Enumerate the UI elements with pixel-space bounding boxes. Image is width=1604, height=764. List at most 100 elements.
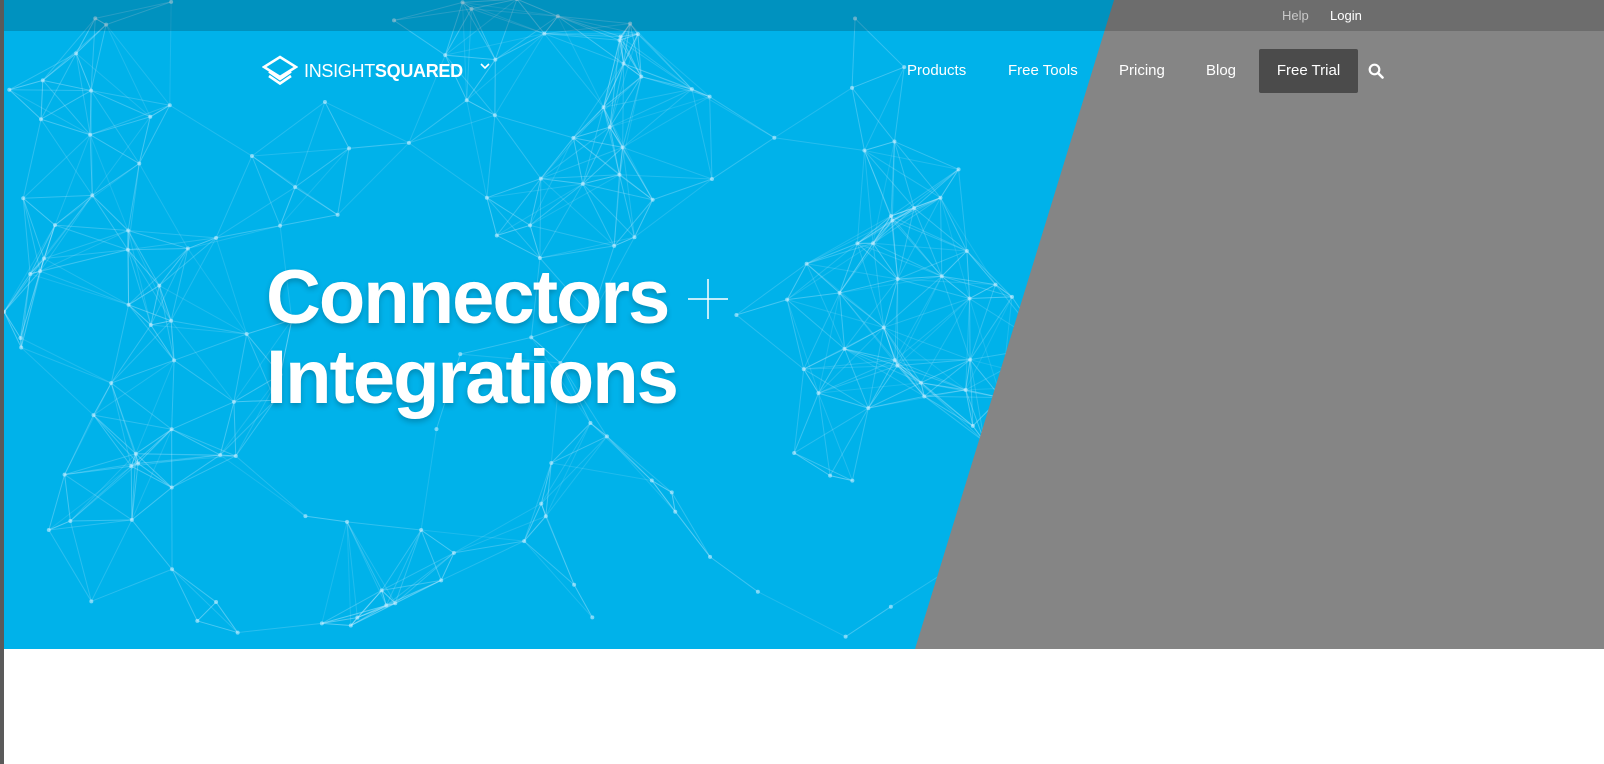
network-line [305,515,348,523]
network-line [709,556,759,593]
network-node [538,176,543,181]
network-line [39,195,93,272]
network-line [89,116,151,136]
network-node [892,139,897,144]
network-line [110,320,172,384]
network-line [69,520,92,602]
network-node [968,357,973,362]
network-node [850,85,855,90]
network-line [806,263,846,350]
network-node [345,519,350,524]
network-node [635,32,640,37]
network-line [774,87,853,139]
network-line [551,435,608,464]
network-line [671,492,711,558]
free-trial-button[interactable]: Free Trial [1259,49,1358,93]
network-line [523,540,575,586]
network-node [689,87,694,92]
network-line [408,114,496,144]
network-node [434,427,439,432]
network-line [321,622,351,627]
network-node [939,274,944,279]
network-node [816,391,821,396]
nav-free-tools[interactable]: Free Tools [1008,62,1078,79]
network-line [892,197,941,221]
network-node [293,185,298,190]
network-line [496,224,531,236]
network-line [196,601,217,622]
nav-blog[interactable]: Blog [1206,62,1236,79]
network-node [185,246,190,251]
nav-pricing[interactable]: Pricing [1119,62,1165,79]
network-line [844,327,885,350]
network-node [148,114,153,119]
hero-title-line-integrations: Integrations [266,335,679,420]
network-node [1009,294,1014,299]
network-line [856,150,865,244]
network-node [792,450,797,455]
network-node [303,514,308,519]
network-node [172,358,177,363]
network-line [385,529,422,606]
logo-wordmark: INSIGHTSQUARED [304,61,463,82]
network-line [89,134,129,231]
network-node [993,282,998,287]
network-node [881,325,886,330]
network-line [321,521,348,624]
chevron-down-icon[interactable] [478,59,492,73]
network-line [494,33,545,116]
network-line [235,455,306,517]
network-node [549,460,554,465]
network-line [736,299,788,316]
network-line [540,422,591,504]
network-node [620,145,625,150]
help-link[interactable]: Help [1282,8,1309,23]
network-node [617,172,622,177]
network-line [523,540,593,618]
network-line [845,606,892,638]
network-line [622,96,710,148]
network-line [130,466,133,520]
network-node [607,125,612,130]
network-node [967,296,972,301]
network-node [484,195,489,200]
network-node [938,195,943,200]
network-node [785,297,790,302]
login-link[interactable]: Login [1330,8,1362,23]
network-node [590,615,595,620]
network-line [913,207,943,277]
network-node [443,53,448,58]
network-node [494,233,499,238]
network-line [622,146,713,180]
network-node [522,539,527,544]
nav-products[interactable]: Products [907,62,966,79]
network-node [919,380,924,385]
network-line [219,401,235,456]
network-node [1043,344,1048,349]
network-node [895,363,900,368]
network-line [868,382,922,409]
left-edge-border [0,0,4,764]
network-line [709,96,775,139]
network-line [187,248,248,335]
network-node [355,615,360,620]
network-line [691,89,713,180]
network-node [755,589,760,594]
search-icon[interactable] [1368,63,1384,79]
network-line [890,559,966,608]
network-line [440,552,455,581]
network-node [998,395,1003,400]
network-line [75,53,92,91]
network-node [618,34,623,39]
network-node [170,567,175,572]
network-line [22,198,41,272]
hero-blue-panel [4,0,1114,649]
network-node [1080,449,1085,454]
network-node [734,312,739,317]
network-node [649,478,654,483]
network-line [806,242,858,265]
network-line [1045,346,1071,386]
network-node [871,241,876,246]
network-line [251,101,326,157]
network-line [651,480,673,493]
